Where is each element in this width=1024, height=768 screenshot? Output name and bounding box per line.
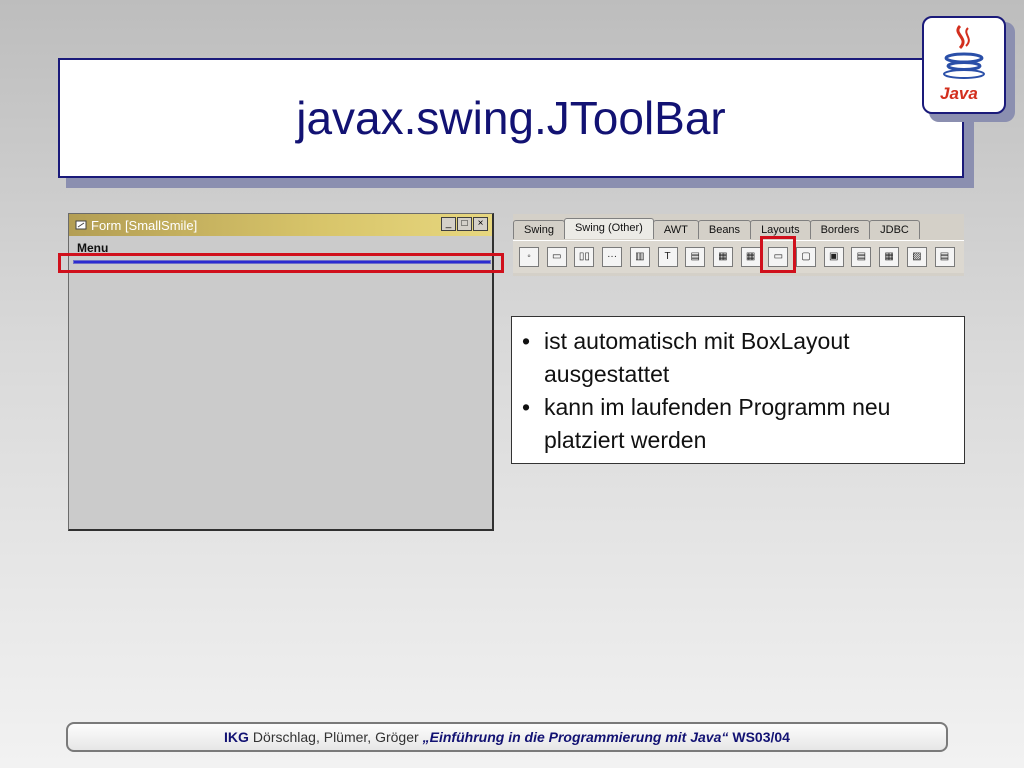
footer-semester: WS03/04 — [732, 729, 790, 745]
dots-icon[interactable]: ··· — [602, 247, 623, 267]
minimize-button[interactable]: _ — [441, 217, 456, 231]
bullet-item: • ist automatisch mit BoxLayout ausgestat… — [522, 325, 954, 391]
maximize-button[interactable]: □ — [457, 217, 472, 231]
bullet-text: ist automatisch mit BoxLayout ausgestatt… — [544, 328, 850, 387]
tab-swing-other[interactable]: Swing (Other) — [563, 218, 654, 239]
footer-course: „Einführung in die Programmierung mit Ja… — [422, 729, 729, 745]
footer: IKG Dörschlag, Plümer, Gröger „Einführun… — [66, 722, 948, 752]
tab-borders[interactable]: Borders — [809, 220, 871, 239]
split-icon[interactable]: ▯▯ — [574, 247, 595, 267]
layers-icon[interactable]: ▥ — [629, 247, 650, 267]
textfield-icon[interactable]: ▤ — [685, 247, 706, 267]
separator-icon[interactable]: ▭ — [546, 247, 567, 267]
bullet-text: kann im laufenden Programm neu platziert… — [544, 394, 891, 453]
coffee-cup-icon — [943, 24, 985, 79]
jtoolbar-tool-highlight — [760, 236, 796, 273]
form-icon — [75, 220, 87, 230]
tab-beans[interactable]: Beans — [697, 220, 752, 239]
image-icon[interactable]: ▨ — [906, 247, 927, 267]
internal-frame-icon[interactable]: ▤ — [851, 247, 872, 267]
slide-title: javax.swing.JToolBar — [296, 92, 726, 144]
toolbar-highlight-box — [58, 253, 504, 273]
java-logo: Java — [922, 16, 1006, 114]
close-button[interactable]: × — [473, 217, 488, 231]
palette-tabs: Swing Swing (Other) AWT Beans Layouts Borders… — [513, 218, 920, 240]
text-icon[interactable]: T — [657, 247, 678, 267]
window-icon[interactable]: ▢ — [796, 247, 816, 267]
java-logo-text: Java — [940, 84, 978, 103]
dialog-icon[interactable]: ▤ — [934, 247, 955, 267]
frame-icon[interactable]: ▣ — [823, 247, 844, 267]
component-palette: Swing Swing (Other) AWT Beans Layouts Borders… — [513, 214, 964, 276]
bean-icon[interactable]: ◦ — [519, 247, 539, 267]
bullet-box: • ist automatisch mit BoxLayout ausgestat… — [511, 316, 965, 464]
title-box: javax.swing.JToolBar — [58, 58, 964, 178]
form-title: Form [SmallSmile] — [91, 217, 198, 233]
palette-tool-row: ◦ ▭ ▯▯ ··· ▥ T ▤ ▦ ▦ ▭ ▢ ▣ ▤ ▦ ▨ ▤ — [513, 240, 964, 273]
table-icon[interactable]: ▦ — [740, 247, 761, 267]
tab-awt[interactable]: AWT — [652, 220, 699, 239]
tab-swing[interactable]: Swing — [513, 220, 565, 239]
footer-org: IKG — [224, 729, 249, 745]
panel-icon[interactable]: ▦ — [879, 247, 900, 267]
toolbar-icon[interactable]: ▦ — [712, 247, 733, 267]
bullet-item: • kann im laufenden Programm neu platzier… — [522, 391, 954, 457]
footer-authors: Dörschlag, Plümer, Gröger — [252, 729, 419, 745]
form-titlebar: Form [SmallSmile] _ □ × — [69, 214, 492, 236]
tab-jdbc[interactable]: JDBC — [869, 220, 920, 239]
